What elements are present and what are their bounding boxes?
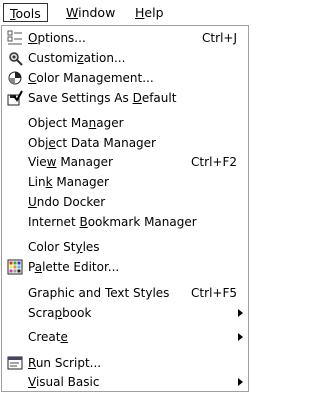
- menu-item-label: Options...: [28, 31, 86, 45]
- menu-item-internet-bookmark-manager[interactable]: Internet Bookmark Manager: [3, 212, 249, 232]
- menu-item-run-script[interactable]: Run Script...: [3, 353, 249, 373]
- submenu-arrow-icon: [238, 333, 243, 341]
- menu-item-label: Object Data Manager: [28, 136, 156, 150]
- palette-editor-icon: [7, 259, 23, 275]
- menu-item-scrapbook[interactable]: Scrapbook: [3, 303, 249, 323]
- menu-item-label: Object Manager: [28, 116, 124, 130]
- menu-window[interactable]: Window: [60, 3, 121, 22]
- menu-item-palette-editor[interactable]: Palette Editor...: [3, 257, 249, 277]
- options-icon: [7, 30, 22, 45]
- menu-item-options[interactable]: Options... Ctrl+J: [3, 28, 249, 48]
- menu-item-label: Graphic and Text Styles: [28, 286, 170, 300]
- menu-item-shortcut: Ctrl+J: [202, 31, 237, 45]
- menu-item-label: Color Styles: [28, 240, 100, 254]
- menu-item-label: Color Management...: [28, 71, 154, 85]
- menu-item-label: Save Settings As Default: [28, 91, 177, 105]
- menu-item-save-settings-as-default[interactable]: Save Settings As Default: [3, 88, 249, 108]
- menu-item-label: Link Manager: [28, 175, 109, 189]
- menu-item-label: Create: [28, 330, 68, 344]
- menu-item-link-manager[interactable]: Link Manager: [3, 172, 249, 192]
- menu-item-view-manager[interactable]: View Manager Ctrl+F2: [3, 152, 249, 172]
- menu-item-customization[interactable]: Customization...: [3, 48, 249, 68]
- menu-window-label: indow: [78, 5, 116, 20]
- submenu-arrow-icon: [238, 309, 243, 317]
- menu-item-undo-docker[interactable]: Undo Docker: [3, 192, 249, 212]
- menu-item-label: Run Script...: [28, 356, 102, 370]
- menu-item-color-styles[interactable]: Color Styles: [3, 237, 249, 257]
- submenu-arrow-icon: [238, 378, 243, 386]
- menu-item-create[interactable]: Create: [3, 327, 249, 347]
- menu-item-label: Scrapbook: [28, 306, 92, 320]
- menu-item-label: Customization...: [28, 51, 126, 65]
- menu-item-graphic-and-text-styles[interactable]: Graphic and Text Styles Ctrl+F5: [3, 283, 249, 303]
- menu-item-color-management[interactable]: Color Management...: [3, 68, 249, 88]
- menu-item-label: Internet Bookmark Manager: [28, 215, 197, 229]
- save-settings-icon: [7, 90, 23, 106]
- menu-item-label: View Manager: [28, 155, 113, 169]
- menu-item-label: Undo Docker: [28, 195, 106, 209]
- customization-icon: [9, 52, 23, 66]
- menu-help[interactable]: Help: [129, 3, 170, 22]
- menu-item-label: Palette Editor...: [28, 260, 120, 274]
- menu-tools-label: ools: [15, 6, 41, 21]
- menu-item-object-data-manager[interactable]: Object Data Manager: [3, 133, 249, 153]
- menu-help-label: elp: [144, 5, 164, 20]
- color-management-icon: [8, 71, 22, 85]
- menu-item-label: Visual Basic: [28, 375, 100, 389]
- run-script-icon: [7, 356, 23, 370]
- menu-item-object-manager[interactable]: Object Manager: [3, 113, 249, 133]
- menu-window-mnemonic: W: [66, 5, 79, 20]
- tools-dropdown-menu: Options... Ctrl+J Customization... Color…: [1, 25, 249, 392]
- menu-item-visual-basic[interactable]: Visual Basic: [3, 372, 249, 392]
- menu-bar: Tools Window Help: [0, 0, 250, 25]
- menu-item-shortcut: Ctrl+F5: [191, 286, 237, 300]
- menu-item-shortcut: Ctrl+F2: [191, 155, 237, 169]
- menu-tools[interactable]: Tools: [3, 3, 48, 22]
- menu-help-mnemonic: H: [135, 5, 145, 20]
